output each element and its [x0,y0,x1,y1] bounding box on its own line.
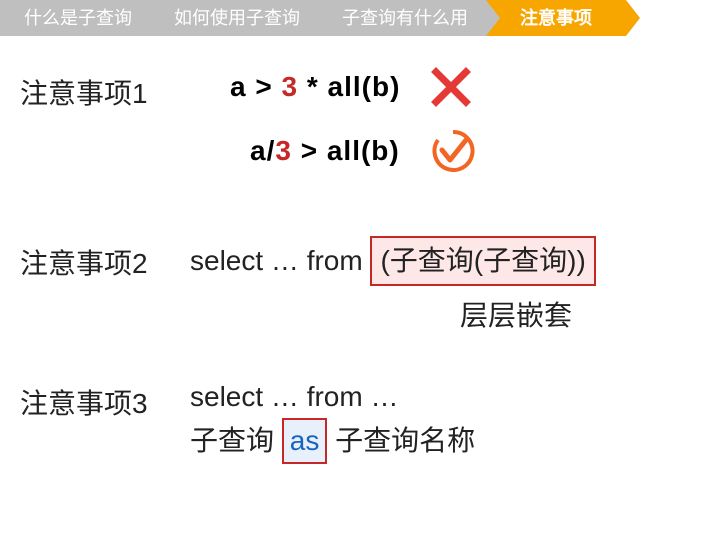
as-keyword-box: as [282,418,328,464]
formula-text: > all(b) [292,135,400,166]
note-2-label: 注意事项2 [20,242,190,282]
breadcrumb-tabs: 什么是子查询 如何使用子查询 子查询有什么用 注意事项 [0,0,720,36]
tab-why[interactable]: 子查询有什么用 [318,0,486,36]
note-2: 注意事项2 select … from (子查询(子查询)) 层层嵌套 [20,236,700,334]
formula-text: * all(b) [298,71,400,102]
tab-what[interactable]: 什么是子查询 [0,0,150,36]
note-1-label: 注意事项1 [20,72,190,112]
note-3-label: 注意事项3 [20,382,190,422]
tab-how[interactable]: 如何使用子查询 [150,0,318,36]
cross-icon [430,66,472,108]
highlight-number: 3 [281,71,298,102]
note-3-line2: 子查询 as 子查询名称 [190,418,700,464]
tab-notes[interactable]: 注意事项 [486,0,626,36]
note-3: 注意事项3 select … from … 子查询 as 子查询名称 [20,376,700,464]
highlight-number: 3 [275,135,292,166]
formula-text: a > [230,71,281,102]
code-text: 子查询 [190,425,282,456]
note-2-caption: 层层嵌套 [460,294,700,334]
formula-text: a/ [250,135,275,166]
note-3-line1: select … from … [190,376,700,418]
code-text: select … from [190,245,370,276]
formula-correct: a/3 > all(b) [250,135,400,167]
formula-wrong: a > 3 * all(b) [230,71,400,103]
nested-subquery-box: (子查询(子查询)) [370,236,595,286]
code-text: 子查询名称 [327,425,475,456]
check-icon [430,128,476,174]
formula-correct-row: a/3 > all(b) [250,128,700,174]
formula-wrong-row: a > 3 * all(b) [230,66,700,108]
note-2-code: select … from (子查询(子查询)) [190,236,700,286]
slide-content: 注意事项1 a > 3 * all(b) a/3 > all(b) [0,36,720,484]
note-1: 注意事项1 a > 3 * all(b) a/3 > all(b) [20,66,700,194]
